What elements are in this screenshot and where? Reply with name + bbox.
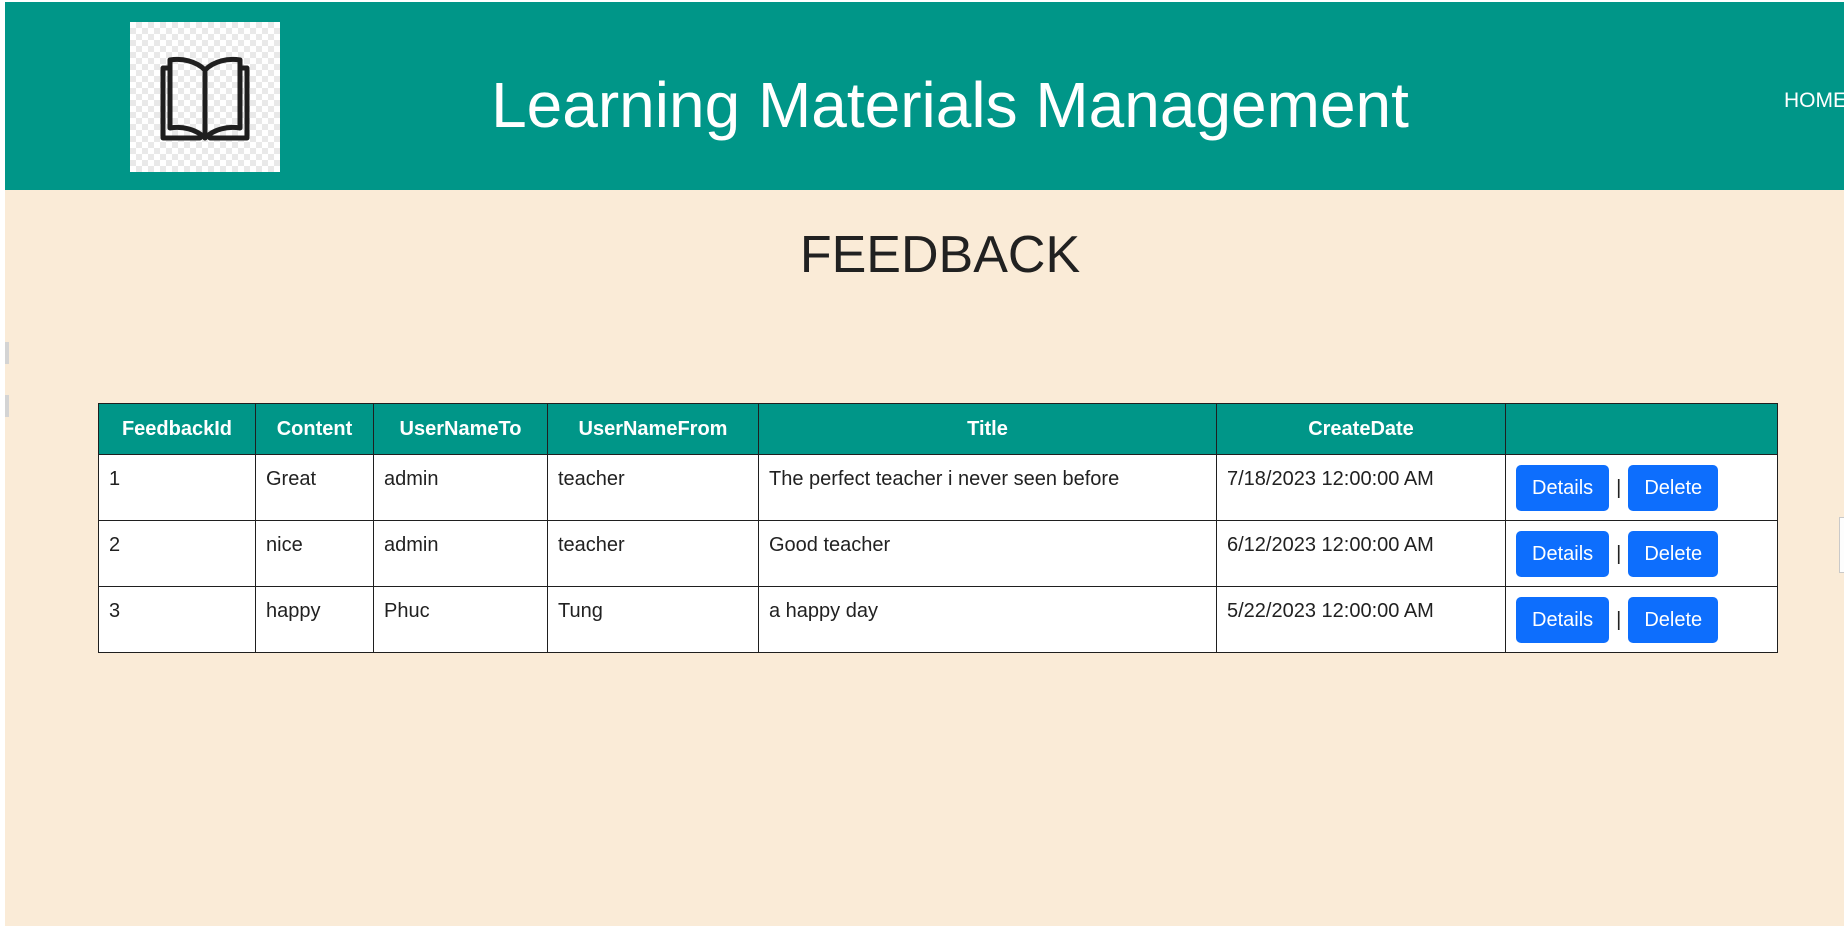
- cell-usernamefrom: teacher: [547, 520, 759, 587]
- column-header-usernameto: UserNameTo: [373, 403, 548, 455]
- details-button[interactable]: Details: [1516, 597, 1610, 643]
- cell-usernameto: Phuc: [373, 586, 548, 653]
- cell-content: Great: [255, 454, 374, 521]
- delete-button[interactable]: Delete: [1628, 465, 1719, 511]
- cell-feedbackid: 1: [98, 454, 256, 521]
- side-scroll-handle[interactable]: [1839, 517, 1844, 573]
- column-header-actions: [1505, 403, 1778, 455]
- page-title: FEEDBACK: [799, 226, 1081, 284]
- column-header-title: Title: [758, 403, 1217, 455]
- cell-content: happy: [255, 586, 374, 653]
- cell-createdate: 6/12/2023 12:00:00 AM: [1216, 520, 1506, 587]
- header-bar: Learning Materials Management HOME: [5, 2, 1844, 190]
- details-button[interactable]: Details: [1516, 531, 1610, 577]
- cell-actions: Details | Delete: [1505, 454, 1778, 521]
- scroll-gutter-mark: [5, 395, 9, 417]
- delete-button[interactable]: Delete: [1628, 597, 1719, 643]
- column-header-createdate: CreateDate: [1216, 403, 1506, 455]
- table-row: 2 nice admin teacher Good teacher 6/12/2…: [98, 520, 1778, 587]
- cell-feedbackid: 3: [98, 586, 256, 653]
- column-header-content: Content: [255, 403, 374, 455]
- details-button[interactable]: Details: [1516, 465, 1610, 511]
- cell-createdate: 7/18/2023 12:00:00 AM: [1216, 454, 1506, 521]
- cell-title: Good teacher: [758, 520, 1217, 587]
- cell-actions: Details | Delete: [1505, 520, 1778, 587]
- app-title: Learning Materials Management: [491, 69, 1409, 141]
- table-row: 1 Great admin teacher The perfect teache…: [98, 454, 1778, 521]
- cell-actions: Details | Delete: [1505, 586, 1778, 653]
- cell-feedbackid: 2: [98, 520, 256, 587]
- nav-home-link[interactable]: HOME: [1784, 89, 1844, 113]
- column-header-usernamefrom: UserNameFrom: [547, 403, 759, 455]
- cell-title: The perfect teacher i never seen before: [758, 454, 1217, 521]
- table-header-row: FeedbackId Content UserNameTo UserNameFr…: [98, 403, 1778, 455]
- cell-usernamefrom: teacher: [547, 454, 759, 521]
- cell-usernamefrom: Tung: [547, 586, 759, 653]
- action-separator: |: [1616, 542, 1622, 565]
- page-frame: Learning Materials Management HOME FEEDB…: [5, 2, 1844, 926]
- cell-usernameto: admin: [373, 520, 548, 587]
- cell-usernameto: admin: [373, 454, 548, 521]
- action-separator: |: [1616, 476, 1622, 499]
- action-separator: |: [1616, 608, 1622, 631]
- delete-button[interactable]: Delete: [1628, 531, 1719, 577]
- cell-createdate: 5/22/2023 12:00:00 AM: [1216, 586, 1506, 653]
- table-row: 3 happy Phuc Tung a happy day 5/22/2023 …: [98, 586, 1778, 653]
- column-header-feedbackid: FeedbackId: [98, 403, 256, 455]
- feedback-table: FeedbackId Content UserNameTo UserNameFr…: [98, 403, 1778, 653]
- scroll-gutter-mark: [5, 342, 9, 364]
- cell-title: a happy day: [758, 586, 1217, 653]
- cell-content: nice: [255, 520, 374, 587]
